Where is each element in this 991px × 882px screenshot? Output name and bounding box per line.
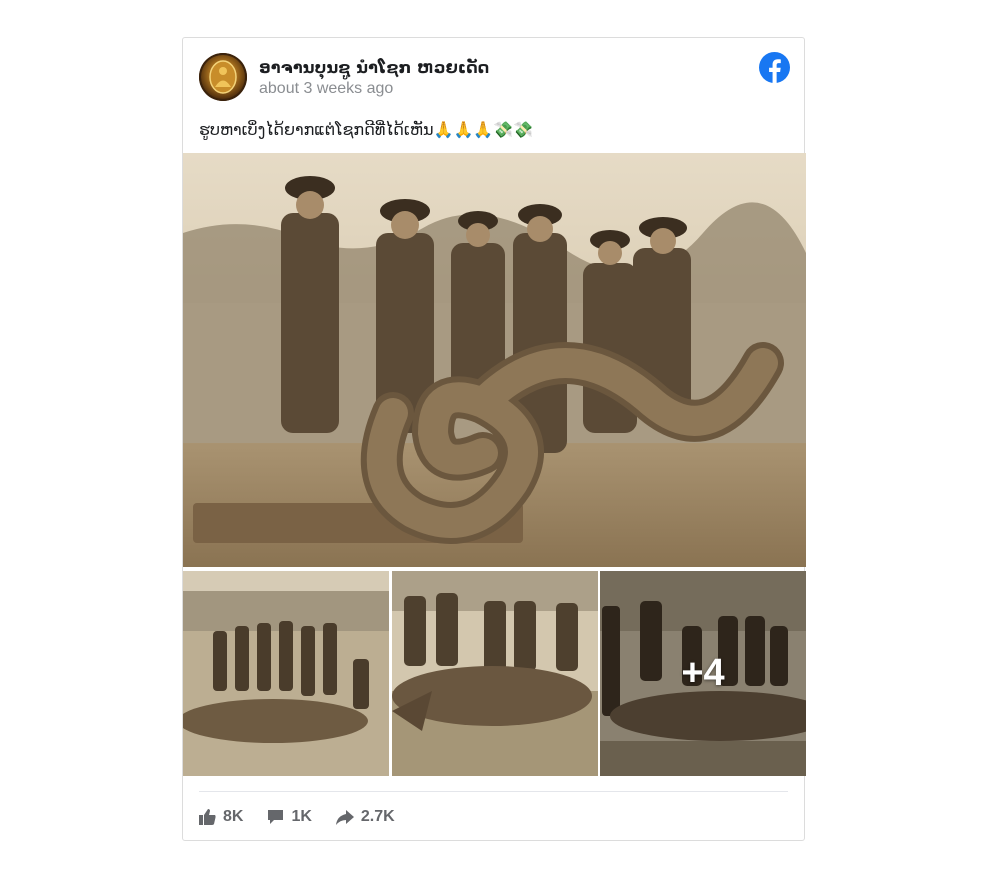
reaction-stats: 8K 1K 2.7K (199, 808, 395, 826)
comment-stat[interactable]: 1K (267, 808, 312, 826)
post-card: ອາຈານບຸນຊູ ນໍາໂຊກ ຫວຍເດັດ about 3 weeks … (182, 37, 806, 841)
like-icon (199, 809, 216, 825)
share-count: 2.7K (360, 808, 395, 825)
gallery-thumbnail-more[interactable]: +4 (600, 571, 806, 776)
gallery-thumbnail[interactable] (183, 571, 389, 776)
like-count: 8K (223, 808, 244, 825)
comment-icon (268, 810, 284, 824)
main-photo[interactable] (183, 153, 806, 567)
share-icon (335, 809, 354, 825)
author-name[interactable]: ອາຈານບຸນຊູ ນໍາໂຊກ ຫວຍເດັດ (259, 58, 489, 77)
post-caption: ຮູບຫາເບິ່ງໄດ້ຍາກແຕ່ໂຊກດີທີ່ໄດ້ເຫັນ🙏🙏🙏💸💸 (199, 120, 534, 139)
more-photos-count[interactable]: +4 (600, 571, 806, 776)
post-timestamp[interactable]: about 3 weeks ago (259, 80, 393, 98)
divider (199, 791, 788, 792)
like-stat[interactable]: 8K (199, 808, 243, 826)
author-avatar[interactable] (199, 53, 247, 101)
gallery-thumbnail[interactable] (392, 571, 598, 776)
share-stat[interactable]: 2.7K (335, 808, 395, 826)
comment-count: 1K (291, 808, 312, 825)
facebook-icon[interactable] (759, 52, 790, 83)
